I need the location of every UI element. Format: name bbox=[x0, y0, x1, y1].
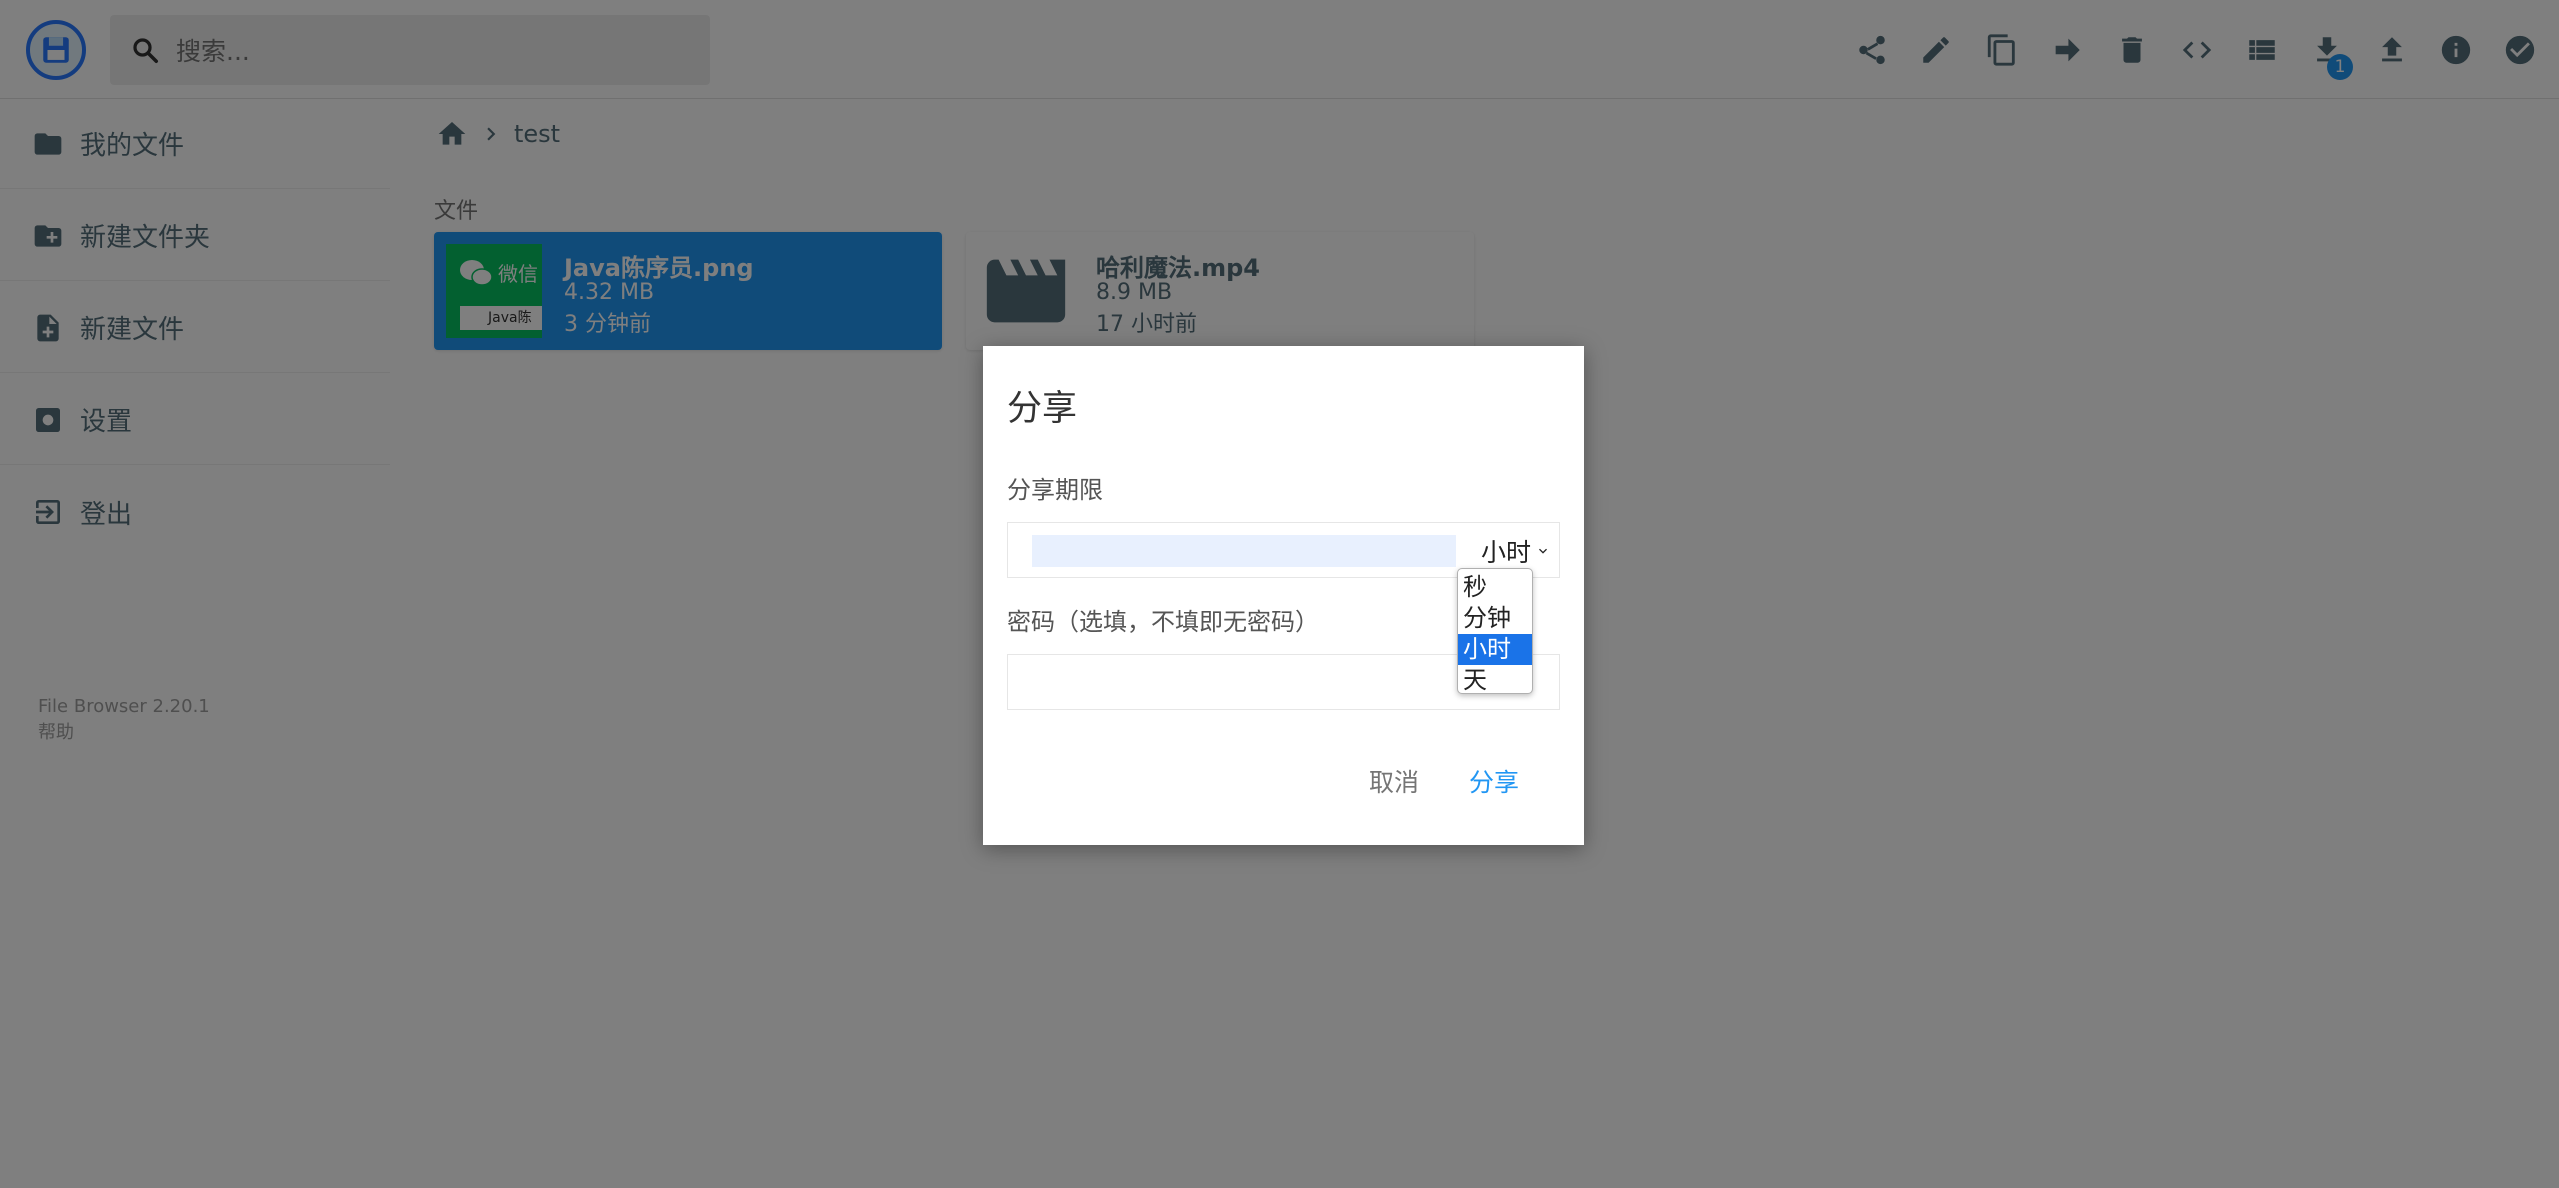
unit-option-seconds[interactable]: 秒 bbox=[1458, 572, 1532, 603]
chevron-down-icon bbox=[1539, 548, 1548, 554]
unit-dropdown-list: 秒 分钟 小时 天 bbox=[1457, 568, 1533, 694]
unit-option-minutes[interactable]: 分钟 bbox=[1458, 603, 1532, 634]
unit-select[interactable]: 小时 bbox=[1481, 533, 1551, 569]
cancel-button[interactable]: 取消 bbox=[1363, 756, 1425, 806]
unit-select-value: 小时 bbox=[1481, 538, 1532, 567]
dialog-title: 分享 bbox=[1007, 389, 1078, 429]
password-label: 密码（选填，不填即无密码） bbox=[1007, 608, 1319, 636]
expiry-number-input[interactable] bbox=[1032, 535, 1456, 567]
expiry-label: 分享期限 bbox=[1007, 476, 1103, 504]
unit-option-days[interactable]: 天 bbox=[1458, 665, 1532, 696]
share-confirm-button[interactable]: 分享 bbox=[1463, 756, 1525, 806]
unit-option-hours[interactable]: 小时 bbox=[1458, 634, 1532, 665]
